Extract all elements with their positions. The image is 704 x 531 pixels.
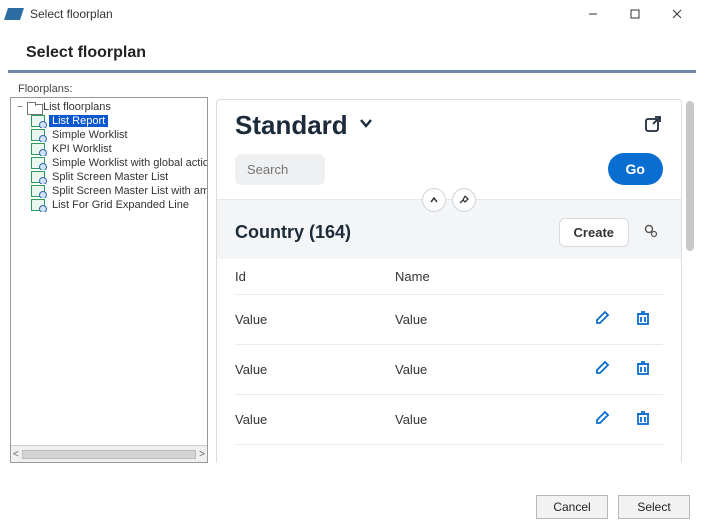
report-icon bbox=[31, 185, 45, 197]
table-row[interactable]: ValueValue bbox=[235, 395, 663, 445]
scroll-left-icon[interactable]: < bbox=[13, 449, 19, 460]
scroll-thumb[interactable] bbox=[22, 450, 196, 459]
preview-title-text: Standard bbox=[235, 110, 348, 141]
edit-icon[interactable] bbox=[583, 309, 623, 330]
report-icon bbox=[31, 143, 45, 155]
tree-item-label: Simple Worklist bbox=[49, 129, 131, 141]
section-handles bbox=[422, 188, 476, 212]
cell-name: Value bbox=[395, 312, 583, 327]
tree-item-label: List Report bbox=[49, 115, 108, 127]
delete-icon[interactable] bbox=[623, 359, 663, 380]
minimize-button[interactable] bbox=[572, 0, 614, 28]
tree-root-label: List floorplans bbox=[43, 101, 111, 113]
preview-header: Standard bbox=[217, 100, 681, 149]
tree-item-label: Simple Worklist with global action bbox=[49, 157, 207, 169]
report-icon bbox=[31, 171, 45, 183]
dialog-header: Select floorplan bbox=[8, 28, 696, 73]
data-table: Id Name ValueValueValueValueValueValue bbox=[235, 259, 663, 445]
tree-item[interactable]: Simple Worklist with global action bbox=[11, 156, 207, 170]
create-button[interactable]: Create bbox=[559, 218, 629, 247]
window-titlebar: Select floorplan bbox=[0, 0, 704, 28]
search-input[interactable] bbox=[235, 154, 325, 185]
preview-title[interactable]: Standard bbox=[235, 110, 374, 141]
preview-panel-wrap: Standard Go bbox=[216, 97, 694, 463]
cancel-button[interactable]: Cancel bbox=[536, 495, 608, 519]
dialog-body: − List floorplans List Report Simple Work… bbox=[0, 97, 704, 463]
table-row[interactable]: ValueValue bbox=[235, 295, 663, 345]
preview-scrollbar[interactable] bbox=[686, 101, 694, 251]
dialog-title: Select floorplan bbox=[26, 44, 678, 62]
floorplans-tree[interactable]: − List floorplans List Report Simple Work… bbox=[11, 98, 207, 445]
edit-icon[interactable] bbox=[583, 359, 623, 380]
horizontal-scrollbar[interactable]: < > bbox=[11, 445, 207, 462]
settings-icon[interactable] bbox=[639, 223, 663, 243]
edit-icon[interactable] bbox=[583, 409, 623, 430]
delete-icon[interactable] bbox=[623, 409, 663, 430]
share-icon[interactable] bbox=[643, 114, 663, 137]
app-icon bbox=[4, 8, 24, 20]
floorplans-tree-panel: − List floorplans List Report Simple Work… bbox=[10, 97, 208, 463]
tree-root[interactable]: − List floorplans bbox=[11, 100, 207, 114]
folder-icon bbox=[27, 102, 41, 113]
section-title: Country (164) bbox=[235, 222, 549, 243]
table-header: Id Name bbox=[235, 259, 663, 295]
report-icon bbox=[31, 199, 45, 211]
cell-name: Value bbox=[395, 412, 583, 427]
cell-id: Value bbox=[235, 312, 395, 327]
cell-name: Value bbox=[395, 362, 583, 377]
tree-item[interactable]: Split Screen Master List with amou bbox=[11, 184, 207, 198]
maximize-button[interactable] bbox=[614, 0, 656, 28]
tree-item[interactable]: KPI Worklist bbox=[11, 142, 207, 156]
cell-id: Value bbox=[235, 412, 395, 427]
cell-id: Value bbox=[235, 362, 395, 377]
tree-item-label: Split Screen Master List with amou bbox=[49, 185, 207, 197]
tree-item[interactable]: List Report bbox=[11, 114, 207, 128]
close-button[interactable] bbox=[656, 0, 698, 28]
report-icon bbox=[31, 129, 45, 141]
pin-icon[interactable] bbox=[452, 188, 476, 212]
tree-item[interactable]: Split Screen Master List bbox=[11, 170, 207, 184]
dialog-footer: Cancel Select bbox=[0, 487, 704, 531]
collapse-icon[interactable]: − bbox=[15, 102, 25, 113]
go-button[interactable]: Go bbox=[608, 153, 663, 185]
tree-item-label: Split Screen Master List bbox=[49, 171, 171, 183]
window-controls bbox=[572, 0, 698, 28]
col-name-header[interactable]: Name bbox=[395, 269, 583, 284]
section-header: Country (164) Create bbox=[235, 218, 663, 247]
report-icon bbox=[31, 115, 45, 127]
tree-item-label: KPI Worklist bbox=[49, 143, 115, 155]
report-icon bbox=[31, 157, 45, 169]
table-row[interactable]: ValueValue bbox=[235, 345, 663, 395]
delete-icon[interactable] bbox=[623, 309, 663, 330]
col-id-header[interactable]: Id bbox=[235, 269, 395, 284]
scroll-right-icon[interactable]: > bbox=[199, 449, 205, 460]
select-button[interactable]: Select bbox=[618, 495, 690, 519]
collapse-section-icon[interactable] bbox=[422, 188, 446, 212]
window-title: Select floorplan bbox=[30, 7, 572, 21]
tree-item[interactable]: Simple Worklist bbox=[11, 128, 207, 142]
preview-section-bar: Country (164) Create bbox=[217, 199, 681, 259]
tree-item-label: List For Grid Expanded Line bbox=[49, 199, 192, 211]
panel-label: Floorplans: bbox=[0, 73, 704, 97]
tree-item[interactable]: List For Grid Expanded Line bbox=[11, 198, 207, 212]
chevron-down-icon[interactable] bbox=[358, 115, 374, 136]
floorplan-preview: Standard Go bbox=[216, 99, 682, 463]
